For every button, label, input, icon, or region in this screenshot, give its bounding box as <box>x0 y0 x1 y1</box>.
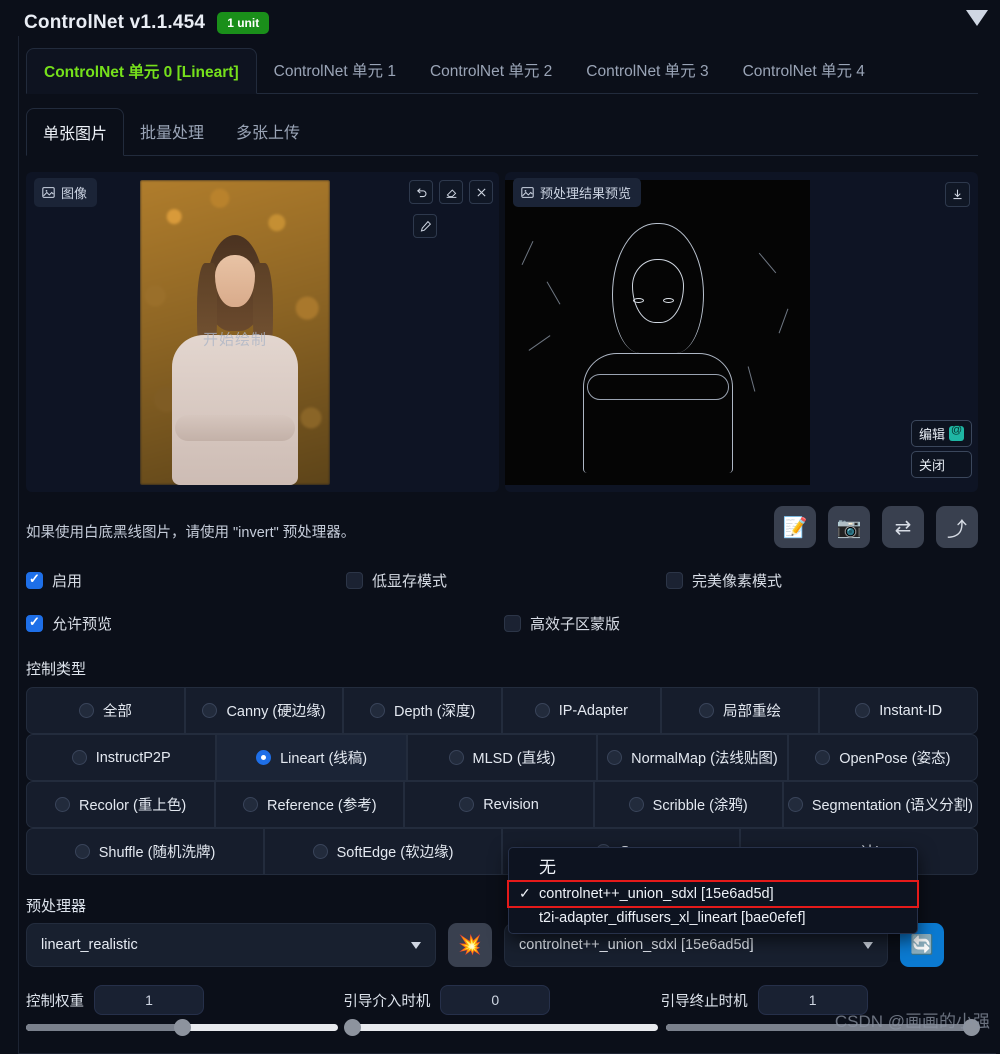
lineart-body <box>582 352 733 473</box>
page-title: ControlNet v1.1.454 <box>24 12 206 33</box>
pen-icon[interactable] <box>413 214 437 238</box>
photo-subject <box>165 234 305 485</box>
edit-app-icon <box>949 424 964 441</box>
lineart-branch <box>521 241 534 265</box>
model-dropdown-menu[interactable]: 无 controlnet++_union_sdxl [15e6ad5d] t2i… <box>507 847 919 934</box>
watermark: CSDN @画画的小强 <box>834 1012 990 1031</box>
triangle-down-icon[interactable] <box>966 10 988 26</box>
chevron-down-icon <box>863 941 873 949</box>
preprocessor-value: lineart_realistic <box>41 937 138 953</box>
input-photo[interactable]: 开始绘制 <box>140 180 330 485</box>
start-slider[interactable] <box>344 1019 658 1036</box>
input-image-dropzone[interactable]: 图像 开始绘制 <box>26 172 499 492</box>
preprocess-preview[interactable]: 预处理结果预览 编辑 @ 关闭 <box>505 172 978 492</box>
edit-button[interactable]: 编辑 <box>910 420 972 447</box>
image-toolbar <box>409 180 493 204</box>
arms-shape <box>175 414 295 441</box>
lineart-branch <box>546 281 561 305</box>
sweater-shape <box>172 334 298 485</box>
lineart-arms <box>586 373 729 400</box>
image-icon <box>42 187 55 198</box>
input-image-label: 图像 <box>34 178 98 207</box>
weight-slider-knob[interactable] <box>174 1019 191 1036</box>
weight-slider-fill <box>26 1024 182 1031</box>
edit-button-label: 编辑 <box>918 427 945 442</box>
lineart-eye-right <box>663 298 674 303</box>
model-value: controlnet++_union_sdxl [15e6ad5d] <box>519 937 754 953</box>
lineart-branch <box>747 366 756 392</box>
dropdown-option-union-sdxl[interactable]: controlnet++_union_sdxl [15e6ad5d] <box>507 880 919 908</box>
image-area: 图像 开始绘制 预处理结果预览 编辑 @ 关闭 <box>26 172 978 492</box>
download-icon[interactable] <box>945 182 970 207</box>
lineart-branch <box>778 308 789 334</box>
close-icon[interactable] <box>469 180 493 204</box>
checkbox-enable-box[interactable] <box>26 571 43 589</box>
lineart-result <box>505 180 810 485</box>
image-icon <box>521 187 534 198</box>
unit-count-badge: 1 unit <box>217 12 270 34</box>
eraser-icon[interactable] <box>439 180 463 204</box>
undo-icon[interactable] <box>409 180 433 204</box>
lineart-eye-left <box>633 298 644 303</box>
preview-label-text: 预处理结果预览 <box>540 186 632 201</box>
radio-dot-selected <box>256 750 272 765</box>
checkbox-allow-preview-box[interactable] <box>26 614 43 632</box>
draw-hint-text: 开始绘制 <box>202 331 268 349</box>
dropdown-option-none[interactable]: 无 <box>509 851 917 882</box>
controlnet-header: ControlNet v1.1.454 1 unit <box>0 0 1000 40</box>
preview-label: 预处理结果预览 <box>513 178 642 207</box>
dropdown-option-t2i-lineart[interactable]: t2i-adapter_diffusers_xl_lineart [bae0ef… <box>509 906 917 930</box>
lineart-branch <box>528 335 551 351</box>
preview-side-buttons: 编辑 关闭 <box>910 420 972 478</box>
weight-slider[interactable] <box>26 1019 338 1036</box>
preprocessor-select[interactable]: lineart_realistic <box>26 923 436 967</box>
close-button-label: 关闭 <box>918 458 945 473</box>
lineart-branch <box>758 252 777 274</box>
lineart-face <box>631 259 684 324</box>
chevron-down-icon <box>411 941 421 949</box>
input-image-label-text: 图像 <box>61 186 88 201</box>
close-preview-button[interactable]: 关闭 <box>910 451 972 478</box>
start-slider-knob[interactable] <box>344 1019 361 1036</box>
